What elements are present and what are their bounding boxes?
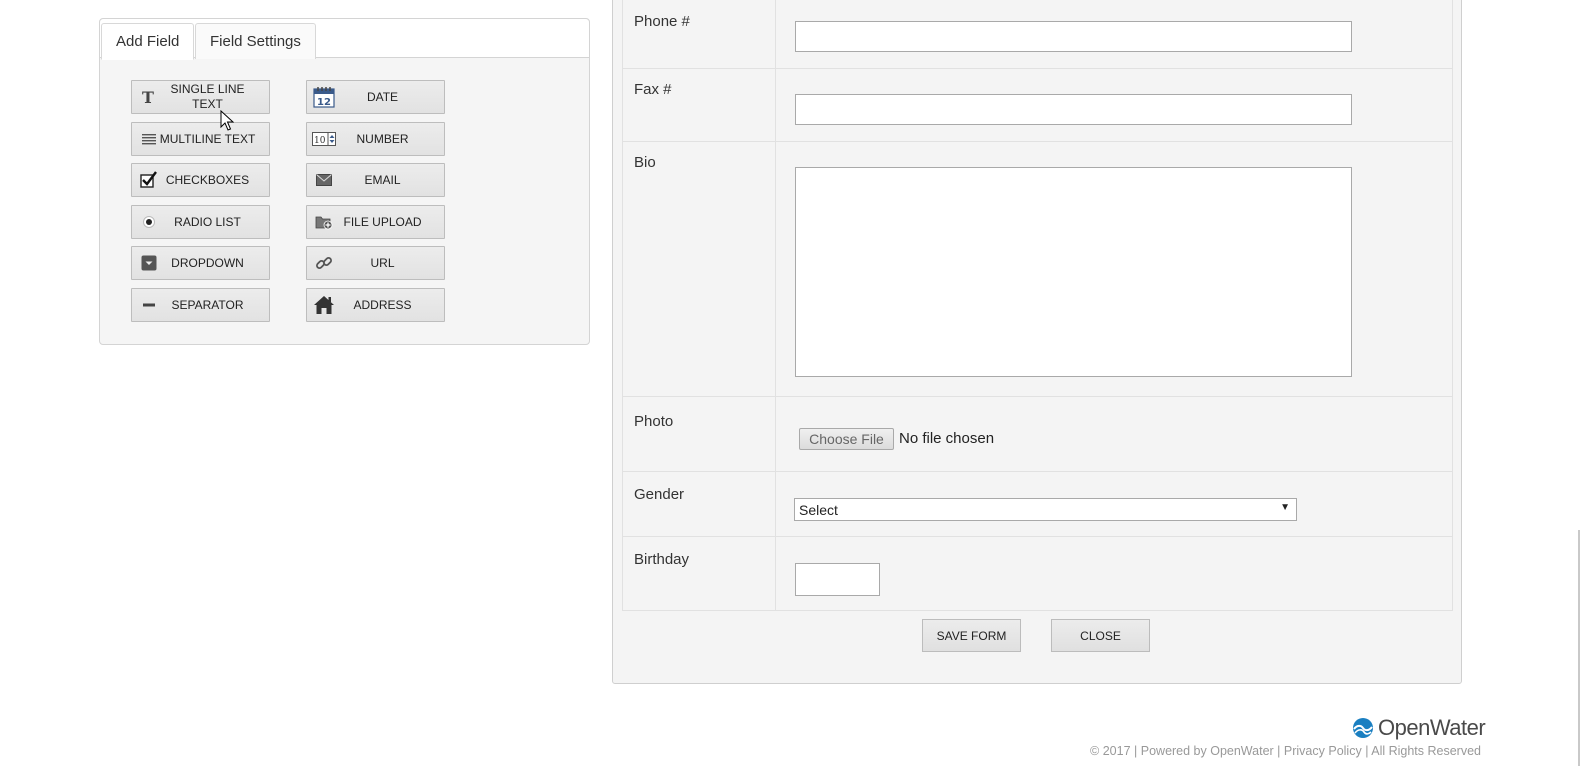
folder-upload-icon (315, 213, 333, 231)
footer-separator: | (1134, 744, 1138, 758)
powered-by-link[interactable]: Powered by OpenWater (1141, 744, 1274, 758)
single-line-text-button[interactable]: T SINGLE LINE TEXT (131, 80, 270, 114)
scrollbar-thumb[interactable] (1578, 530, 1580, 766)
house-icon (313, 295, 335, 315)
checkboxes-button[interactable]: CHECKBOXES (131, 163, 270, 197)
address-button[interactable]: ADDRESS (306, 288, 445, 322)
chevron-down-icon: ▼ (1280, 502, 1290, 513)
gender-select[interactable]: Select ▼ (794, 498, 1297, 521)
close-button[interactable]: CLOSE (1051, 619, 1150, 652)
save-form-button[interactable]: SAVE FORM (922, 619, 1021, 652)
form-row-fax: Fax # (623, 69, 1452, 142)
choose-file-button[interactable]: Choose File (799, 428, 894, 450)
openwater-logo-icon (1353, 718, 1373, 738)
form-row-photo: Photo Choose File No file chosen (623, 397, 1452, 472)
field-palette-panel: Add Field Field Settings T SINGLE LINE T… (99, 18, 590, 345)
file-upload-button[interactable]: FILE UPLOAD (306, 205, 445, 239)
fax-label: Fax # (623, 69, 776, 141)
form-fields-table: Phone # Fax # Bio Photo Choose File No f… (622, 0, 1453, 611)
brand-name: OpenWater (1378, 715, 1486, 740)
svg-text:T: T (142, 89, 154, 105)
number-stepper-icon: 10 (312, 130, 336, 148)
dropdown-button[interactable]: DROPDOWN (131, 246, 270, 280)
gender-label: Gender (623, 472, 776, 536)
mouse-cursor-icon (220, 110, 234, 131)
email-button[interactable]: EMAIL (306, 163, 445, 197)
multiline-text-button[interactable]: MULTILINE TEXT (131, 122, 270, 156)
footer-separator: | (1277, 744, 1281, 758)
privacy-policy-link[interactable]: Privacy Policy (1284, 744, 1362, 758)
palette-tabs: Add Field Field Settings (100, 19, 589, 60)
bio-textarea[interactable] (795, 167, 1352, 377)
footer-text: © 2017 | Powered by OpenWater | Privacy … (1090, 744, 1481, 758)
fax-input[interactable] (795, 94, 1352, 125)
rights-text: All Rights Reserved (1371, 744, 1481, 758)
radio-list-button[interactable]: RADIO LIST (131, 205, 270, 239)
copyright-text: © 2017 (1090, 744, 1131, 758)
calendar-icon: 12 (313, 86, 335, 108)
checkmark-icon (140, 171, 158, 189)
svg-text:12: 12 (317, 97, 331, 108)
form-preview-panel: Phone # Fax # Bio Photo Choose File No f… (612, 0, 1462, 684)
form-row-gender: Gender Select ▼ (623, 472, 1452, 537)
phone-input[interactable] (795, 21, 1352, 52)
dropdown-icon (140, 254, 158, 272)
openwater-logo: OpenWater (1352, 715, 1486, 741)
svg-text:10: 10 (314, 136, 326, 146)
dash-icon (140, 296, 158, 314)
envelope-icon (315, 171, 333, 189)
single-line-text-label: SINGLE LINE TEXT (170, 82, 245, 111)
date-button[interactable]: 12 DATE (306, 80, 445, 114)
separator-button[interactable]: SEPARATOR (131, 288, 270, 322)
link-icon (315, 254, 333, 272)
phone-label: Phone # (623, 0, 776, 68)
form-row-bio: Bio (623, 142, 1452, 397)
form-row-birthday: Birthday (623, 537, 1452, 611)
bio-label: Bio (623, 142, 776, 396)
number-button[interactable]: 10 NUMBER (306, 122, 445, 156)
url-button[interactable]: URL (306, 246, 445, 280)
birthday-input[interactable] (795, 563, 880, 596)
lines-icon (140, 130, 158, 148)
file-status-text: No file chosen (899, 430, 995, 447)
radio-icon (140, 213, 158, 231)
birthday-label: Birthday (623, 537, 776, 610)
page-scrollbar[interactable] (1567, 0, 1584, 766)
footer-separator: | (1365, 744, 1369, 758)
photo-label: Photo (623, 397, 776, 471)
text-t-icon: T (140, 88, 158, 106)
gender-selected-value: Select (799, 502, 838, 518)
tab-field-settings[interactable]: Field Settings (195, 23, 316, 59)
tab-add-field[interactable]: Add Field (101, 23, 195, 60)
form-row-phone: Phone # (623, 0, 1452, 69)
